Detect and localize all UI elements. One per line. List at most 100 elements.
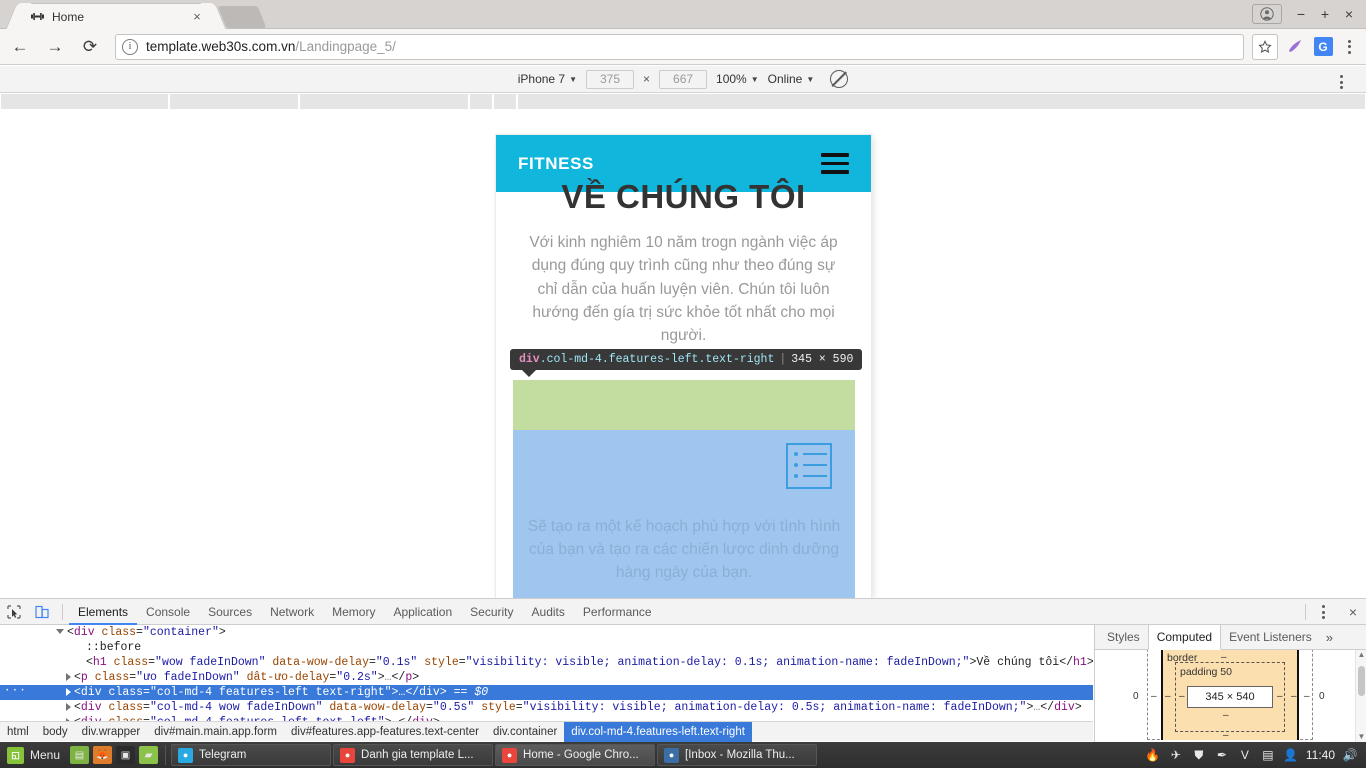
viewport-height-input[interactable]: 667: [659, 69, 708, 89]
breadcrumb-item[interactable]: html: [0, 722, 36, 742]
reload-icon[interactable]: ⟳: [75, 32, 105, 62]
viewport-width-input[interactable]: 375: [586, 69, 635, 89]
shield-icon[interactable]: ⛊: [1191, 747, 1207, 763]
devtools-more-icon[interactable]: [1312, 599, 1334, 625]
breadcrumb-item[interactable]: div.container: [486, 722, 564, 742]
devtools-tab-performance[interactable]: Performance: [574, 599, 661, 625]
back-icon[interactable]: ←: [5, 32, 35, 62]
breadcrumb-item[interactable]: div.wrapper: [75, 722, 148, 742]
devtools-tab-elements[interactable]: Elements: [69, 599, 138, 625]
hamburger-icon[interactable]: [821, 153, 849, 174]
pen-icon[interactable]: [1282, 34, 1308, 60]
user-icon[interactable]: 👤: [1283, 747, 1299, 763]
terminal-icon[interactable]: ▣: [116, 746, 136, 764]
dom-tree-row[interactable]: <p class="ưo fadeInDown" dât-ưo-delay="0…: [0, 670, 1093, 685]
taskbar-window-label: Danh gia template L...: [361, 749, 474, 761]
address-bar[interactable]: i template.web30s.com.vn/Landingpage_5/: [115, 33, 1244, 60]
flame-icon[interactable]: 🔥: [1145, 747, 1161, 763]
show-desktop-icon[interactable]: ▤: [70, 746, 90, 764]
browser-tab[interactable]: Home ×: [18, 3, 214, 29]
tooltip-dimensions: 345 × 590: [791, 353, 854, 366]
dom-token: =: [458, 656, 466, 669]
disclosure-triangle-icon[interactable]: [66, 687, 71, 696]
dom-tree-row[interactable]: <div class="col-md-4 wow fadeInDown" dat…: [0, 700, 1093, 715]
clock[interactable]: 11:40: [1306, 748, 1335, 762]
taskbar-window[interactable]: ● [Inbox - Mozilla Thu...: [657, 744, 818, 766]
disclosure-triangle-icon[interactable]: [56, 629, 64, 635]
zoom-select-value: 100%: [716, 72, 747, 86]
avatar[interactable]: [1252, 4, 1282, 24]
device-select[interactable]: iPhone 7 ▼: [518, 72, 577, 86]
devtools-tab-console[interactable]: Console: [137, 599, 199, 625]
rotate-icon[interactable]: [830, 70, 849, 88]
device-toggle-icon[interactable]: [28, 599, 56, 625]
pen-tray-icon[interactable]: ✒: [1214, 747, 1230, 763]
dom-tree[interactable]: <div class="container">::before <h1 class…: [0, 625, 1093, 721]
dom-row-expand-dots[interactable]: ···: [4, 686, 26, 697]
highlight-margin-box: [513, 380, 855, 430]
sidebar-tab-computed[interactable]: Computed: [1147, 624, 1222, 650]
dom-token: "visibility: visible; animation-delay: 0…: [522, 701, 1027, 714]
cursor-select-icon[interactable]: [0, 599, 28, 625]
start-menu-button[interactable]: ◱ Menu: [0, 742, 67, 768]
telegram-tray-icon[interactable]: ✈: [1168, 747, 1184, 763]
disclosure-triangle-icon[interactable]: [66, 702, 71, 711]
dom-tree-row-selected[interactable]: ··· <div class="col-md-4 features-left te…: [0, 685, 1093, 700]
disclosure-triangle-icon[interactable]: [66, 672, 71, 681]
feature-description: Sẽ tạo ra một kế hoạch phù hợp với tình …: [527, 518, 841, 581]
scrollbar-thumb[interactable]: [1358, 666, 1365, 696]
dom-tree-row[interactable]: ::before: [0, 640, 1093, 655]
devtools-tab-memory[interactable]: Memory: [323, 599, 384, 625]
forward-icon[interactable]: →: [40, 32, 70, 62]
zoom-select[interactable]: 100% ▼: [716, 72, 759, 86]
box-model-content-size[interactable]: 345 × 540: [1187, 686, 1273, 708]
dom-token: "container": [142, 626, 219, 639]
site-info-icon[interactable]: i: [122, 38, 138, 55]
bookmark-star-icon[interactable]: [1252, 33, 1278, 60]
maximize-button[interactable]: +: [1314, 3, 1336, 25]
unikey-icon[interactable]: V: [1237, 747, 1253, 763]
files-icon[interactable]: ▰: [139, 746, 159, 764]
taskbar-window[interactable]: ● Telegram: [171, 744, 332, 766]
breadcrumb-item[interactable]: div#main.main.app.form: [147, 722, 284, 742]
close-devtools-icon[interactable]: ×: [1340, 599, 1366, 625]
breadcrumb-item[interactable]: body: [36, 722, 75, 742]
dom-tree-row[interactable]: <h1 class="wow fadeInDown" data-wow-dela…: [0, 655, 1093, 670]
dom-token: <: [74, 671, 81, 684]
devtools-tab-application[interactable]: Application: [384, 599, 461, 625]
throttling-select[interactable]: Online ▼: [768, 72, 815, 86]
taskbar-window[interactable]: ● Danh gia template L...: [333, 744, 494, 766]
breadcrumb-item[interactable]: div.col-md-4.features-left.text-right: [564, 721, 752, 742]
sidebar-overflow-icon[interactable]: »: [1320, 630, 1339, 645]
translate-icon[interactable]: G: [1310, 34, 1336, 60]
url-host: template.web30s.com.vn: [146, 39, 296, 54]
devtools-tab-network[interactable]: Network: [261, 599, 323, 625]
site-brand[interactable]: FITNESS: [518, 154, 594, 174]
dom-token: <: [86, 656, 93, 669]
dom-token: "col-md-4 features-left text-right": [149, 686, 392, 699]
sidebar-tab-styles[interactable]: Styles: [1099, 625, 1148, 650]
close-window-button[interactable]: ×: [1338, 3, 1360, 25]
devtools-tab-security[interactable]: Security: [461, 599, 522, 625]
volume-icon[interactable]: 🔊: [1342, 747, 1358, 763]
flag-icon[interactable]: ▤: [1260, 747, 1276, 763]
breadcrumb-item[interactable]: div#features.app-features.text-center: [284, 722, 486, 742]
tooltip-tag: div: [519, 353, 540, 366]
chrome-icon: ●: [502, 747, 518, 763]
taskbar-window[interactable]: ● Home - Google Chro...: [495, 744, 656, 766]
sidebar-tab-event-listeners[interactable]: Event Listeners: [1221, 625, 1320, 650]
dom-tree-row[interactable]: <div class="container">: [0, 625, 1093, 640]
minimize-button[interactable]: −: [1290, 3, 1312, 25]
close-icon[interactable]: ×: [189, 9, 205, 25]
dom-token: class: [106, 656, 149, 669]
dom-token: style: [417, 656, 459, 669]
devtools-sidebar: Styles Computed Event Listeners» border – …: [1094, 624, 1366, 743]
firefox-icon[interactable]: 🦊: [93, 746, 113, 764]
sidebar-scrollbar[interactable]: ▲ ▼: [1355, 650, 1366, 743]
devtools-tab-audits[interactable]: Audits: [523, 599, 574, 625]
page-title: VỀ CHÚNG TÔI: [561, 178, 806, 215]
new-tab-button[interactable]: [217, 6, 267, 28]
browser-menu-icon[interactable]: [1338, 34, 1360, 60]
device-toolbar-more-icon[interactable]: [1330, 69, 1352, 95]
devtools-tab-sources[interactable]: Sources: [199, 599, 261, 625]
